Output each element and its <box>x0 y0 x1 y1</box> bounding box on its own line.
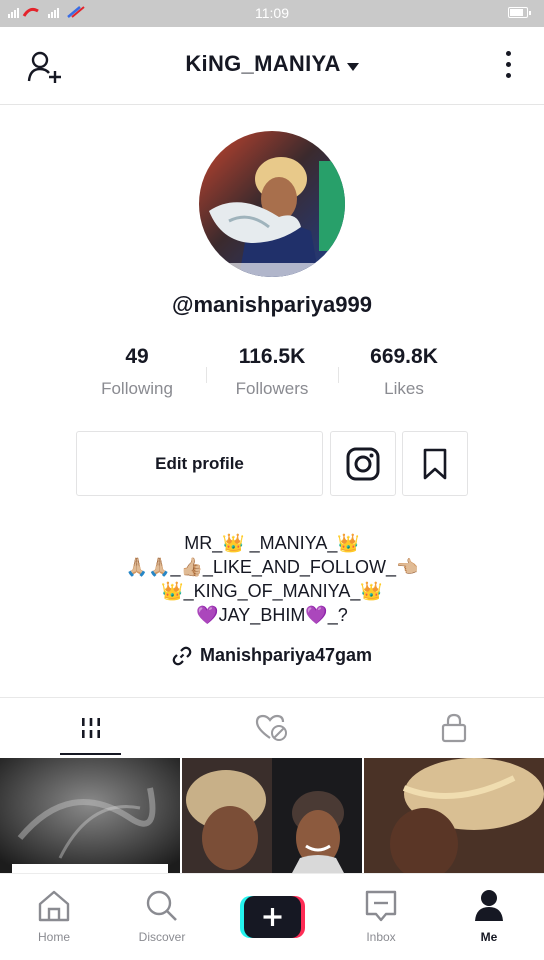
battery-level <box>510 9 523 16</box>
stat-followers[interactable]: 116.5K Followers <box>205 345 339 399</box>
video-thumbnail[interactable] <box>182 758 362 873</box>
video-thumbnail[interactable] <box>0 758 180 873</box>
bottom-navigation: Home Discover Inbox Me <box>0 873 544 960</box>
video-thumbnail-image <box>0 758 180 873</box>
video-thumbnail-image <box>364 758 544 873</box>
status-time: 11:09 <box>255 5 289 21</box>
chevron-down-icon <box>346 62 359 71</box>
create-video-button[interactable] <box>240 896 305 938</box>
nav-label: Inbox <box>366 930 396 944</box>
stat-label: Following <box>101 379 173 398</box>
stat-label: Likes <box>384 379 424 398</box>
bio-line: 🙏🏼🙏🏼_👍🏼_LIKE_AND_FOLLOW_👈🏼 <box>125 557 419 577</box>
active-tab-indicator <box>60 753 121 755</box>
battery-icon <box>508 7 531 18</box>
bio-line: MR_👑 _MANIYA_👑 <box>184 533 360 553</box>
video-thumbnail[interactable] <box>364 758 544 873</box>
lock-icon <box>441 713 466 743</box>
edit-profile-button[interactable]: Edit profile <box>76 431 323 496</box>
nav-label: Discover <box>138 930 186 944</box>
stat-value: 116.5K <box>238 345 306 368</box>
profile-stats: 49 Following 116.5K Followers 669.8K Lik… <box>70 345 474 405</box>
bio-line: 👑_KING_OF_MANIYA_👑 <box>161 581 383 601</box>
stat-following[interactable]: 49 Following <box>70 345 204 399</box>
nav-me[interactable]: Me <box>435 874 543 960</box>
inbox-icon <box>365 890 397 922</box>
nav-inbox[interactable]: Inbox <box>327 874 435 960</box>
favorites-button[interactable] <box>402 431 468 496</box>
status-bar: 11:09 <box>0 0 544 27</box>
tab-videos[interactable] <box>0 698 181 758</box>
video-thumbnail-image <box>182 758 362 873</box>
tab-private[interactable] <box>363 698 544 758</box>
stat-label: Followers <box>235 379 309 398</box>
link-text: Manishpariya47gam <box>199 645 373 665</box>
stat-value: 49 <box>125 345 149 368</box>
nav-home[interactable]: Home <box>0 874 108 960</box>
grid-icon <box>81 718 100 738</box>
bookmark-icon <box>423 448 447 479</box>
profile-icon <box>475 890 503 921</box>
nav-discover[interactable]: Discover <box>108 874 216 960</box>
instagram-icon <box>346 447 380 480</box>
nav-label: Home <box>37 930 70 944</box>
page-title: KiNG_MANIYA <box>185 51 341 76</box>
profile-username: @manishpariya999 <box>172 292 372 317</box>
profile-bio: MR_👑 _MANIYA_👑 🙏🏼🙏🏼_👍🏼_LIKE_AND_FOLLOW_👈… <box>0 531 544 627</box>
search-icon <box>146 890 177 921</box>
bio-line: 💜JAY_BHIM💜_? <box>196 605 348 625</box>
avatar[interactable] <box>199 131 345 277</box>
stat-likes[interactable]: 669.8K Likes <box>337 345 471 399</box>
nav-label: Me <box>480 930 498 944</box>
profile-header: KiNG_MANIYA <box>0 27 544 105</box>
profile-link[interactable]: Manishpariya47gam <box>0 645 544 666</box>
home-icon <box>38 890 70 922</box>
more-options-icon[interactable] <box>506 51 514 81</box>
stat-value: 669.8K <box>370 345 438 368</box>
hidden-heart-icon <box>255 714 287 741</box>
instagram-button[interactable] <box>330 431 396 496</box>
tab-liked[interactable] <box>181 698 362 758</box>
avatar-photo <box>199 131 345 277</box>
video-grid <box>0 758 544 873</box>
profile-tabs <box>0 697 544 758</box>
account-switcher[interactable]: KiNG_MANIYA <box>0 51 544 77</box>
link-icon <box>172 646 192 665</box>
